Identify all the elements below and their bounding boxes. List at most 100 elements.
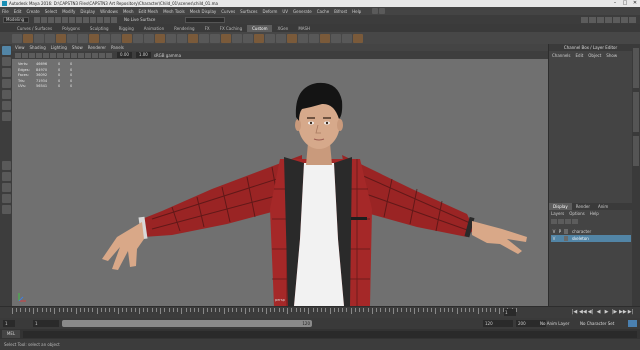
- freeze-icon[interactable]: [166, 33, 176, 43]
- persp-graph-icon[interactable]: [1, 194, 11, 203]
- light-icon[interactable]: [287, 33, 297, 43]
- time-slider[interactable]: 1 |◀ ◀◀ ◀| ◀ ▶ |▶ ▶▶ ▶|: [0, 306, 640, 318]
- four-view-icon[interactable]: [1, 172, 11, 181]
- play-backwards-icon[interactable]: ◀: [595, 309, 602, 316]
- group-icon[interactable]: [144, 33, 154, 43]
- ik-handle-icon[interactable]: [122, 33, 132, 43]
- panel-menu-panels[interactable]: Panels: [111, 45, 124, 50]
- layer-row[interactable]: Vskeleton: [551, 235, 631, 242]
- minimize-button[interactable]: –: [610, 0, 620, 7]
- close-button[interactable]: ✕: [630, 0, 640, 7]
- save-scene-icon[interactable]: [48, 16, 54, 23]
- attribute-editor-toggle-icon[interactable]: [621, 16, 628, 23]
- anim-layer-dropdown[interactable]: No Anim Layer: [540, 321, 569, 326]
- shelf-tab-mash[interactable]: MASH: [293, 25, 315, 32]
- select-tool-icon[interactable]: [1, 46, 11, 55]
- shelf-tab-rigging[interactable]: Rigging: [114, 25, 139, 32]
- colorspace-dropdown[interactable]: sRGB gamma: [154, 53, 181, 58]
- shelf-tab-fx-caching[interactable]: FX Caching: [215, 25, 247, 32]
- start-time-field[interactable]: 1: [3, 320, 15, 327]
- film-gate-icon[interactable]: [50, 52, 56, 58]
- step-forward-frame-icon[interactable]: |▶: [611, 309, 618, 316]
- dope-sheet-icon[interactable]: [254, 33, 264, 43]
- input-field[interactable]: [185, 16, 226, 23]
- rig-icon[interactable]: [34, 33, 44, 43]
- camera-select-icon[interactable]: [15, 52, 21, 58]
- menu-help[interactable]: Help: [352, 9, 361, 14]
- panel-menu-lighting[interactable]: Lighting: [51, 45, 67, 50]
- layer-menu-layers[interactable]: Layers: [551, 211, 564, 216]
- single-view-icon[interactable]: [1, 161, 11, 170]
- layer-tab-anim[interactable]: Anim: [594, 203, 612, 210]
- open-scene-icon[interactable]: [41, 16, 47, 23]
- mirror-icon[interactable]: [56, 33, 66, 43]
- snap-grid-icon[interactable]: [90, 16, 96, 23]
- uv-editor-icon[interactable]: [210, 33, 220, 43]
- panel-menu-shading[interactable]: Shading: [30, 45, 46, 50]
- menu-uv[interactable]: UV: [282, 9, 288, 14]
- undo-icon[interactable]: [55, 16, 61, 23]
- layer-tab-render[interactable]: Render: [572, 203, 594, 210]
- bind-icon[interactable]: [78, 33, 88, 43]
- step-forward-key-icon[interactable]: ▶▶: [619, 309, 627, 316]
- paint-select-icon[interactable]: [1, 68, 11, 77]
- live-surface-label[interactable]: No Live Surface: [124, 17, 155, 22]
- rotate-tool-icon[interactable]: [1, 90, 11, 99]
- export-icon[interactable]: [12, 33, 22, 43]
- render-layer-icon[interactable]: [265, 33, 275, 43]
- last-tool-icon[interactable]: [1, 112, 11, 121]
- menu-create[interactable]: Create: [26, 9, 39, 14]
- node-editor-icon[interactable]: [232, 33, 242, 43]
- script-editor-icon[interactable]: [221, 33, 231, 43]
- layer-menu-options[interactable]: Options: [569, 211, 584, 216]
- menu-edit-mesh[interactable]: Edit Mesh: [139, 9, 159, 14]
- menu-file[interactable]: File: [2, 9, 9, 14]
- menu-deform[interactable]: Deform: [262, 9, 277, 14]
- lasso-tool-icon[interactable]: [1, 57, 11, 66]
- combine-icon[interactable]: [331, 33, 341, 43]
- redo-icon[interactable]: [62, 16, 68, 23]
- constraint-icon[interactable]: [133, 33, 143, 43]
- merge-icon[interactable]: [353, 33, 363, 43]
- step-back-frame-icon[interactable]: ◀|: [587, 309, 594, 316]
- outliner-layout-icon[interactable]: [1, 205, 11, 214]
- menu-select[interactable]: Select: [45, 9, 57, 14]
- bookmark-icon[interactable]: [29, 52, 35, 58]
- layer-menu-help[interactable]: Help: [590, 211, 599, 216]
- select-object-icon[interactable]: [76, 16, 82, 23]
- exposure-field[interactable]: 0.00: [117, 52, 132, 58]
- playback-toggle[interactable]: P: [557, 229, 563, 235]
- textured-icon[interactable]: [78, 52, 84, 58]
- menu-generate[interactable]: Generate: [293, 9, 312, 14]
- menu-modify[interactable]: Modify: [62, 9, 75, 14]
- move-tool-icon[interactable]: [1, 79, 11, 88]
- auto-key-icon[interactable]: [628, 320, 637, 327]
- menu-mesh-tools[interactable]: Mesh Tools: [163, 9, 185, 14]
- script-language-button[interactable]: MEL: [2, 330, 20, 338]
- bone-icon[interactable]: [100, 33, 110, 43]
- isolate-select-icon[interactable]: [106, 52, 112, 58]
- lights-icon[interactable]: [85, 52, 91, 58]
- camera-icon[interactable]: [276, 33, 286, 43]
- menu-mesh-display[interactable]: Mesh Display: [190, 9, 217, 14]
- move-layer-up-icon[interactable]: [551, 219, 557, 224]
- skin-icon[interactable]: [45, 33, 55, 43]
- xray-icon[interactable]: [99, 52, 105, 58]
- shelf-tab-xgen[interactable]: XGen: [272, 25, 293, 32]
- joint-icon[interactable]: [111, 33, 121, 43]
- channel-menu-object[interactable]: Object: [588, 53, 601, 58]
- snap-curve-icon[interactable]: [97, 16, 103, 23]
- bevel-icon[interactable]: [320, 33, 330, 43]
- snap-point-icon[interactable]: [104, 16, 110, 23]
- character-set-dropdown[interactable]: No Character Set: [580, 321, 614, 326]
- channel-menu-show[interactable]: Show: [606, 53, 617, 58]
- command-input[interactable]: [23, 330, 637, 338]
- panel-menu-show[interactable]: Show: [72, 45, 83, 50]
- menuset-dropdown[interactable]: Modeling: [3, 16, 29, 23]
- menu-curves[interactable]: Curves: [221, 9, 235, 14]
- render-view-icon[interactable]: [581, 16, 588, 23]
- new-layer-selected-icon[interactable]: [572, 219, 578, 224]
- select-component-icon[interactable]: [83, 16, 89, 23]
- shelf-tab-sculpting[interactable]: Sculpting: [85, 25, 114, 32]
- current-frame-field[interactable]: 1: [504, 309, 516, 316]
